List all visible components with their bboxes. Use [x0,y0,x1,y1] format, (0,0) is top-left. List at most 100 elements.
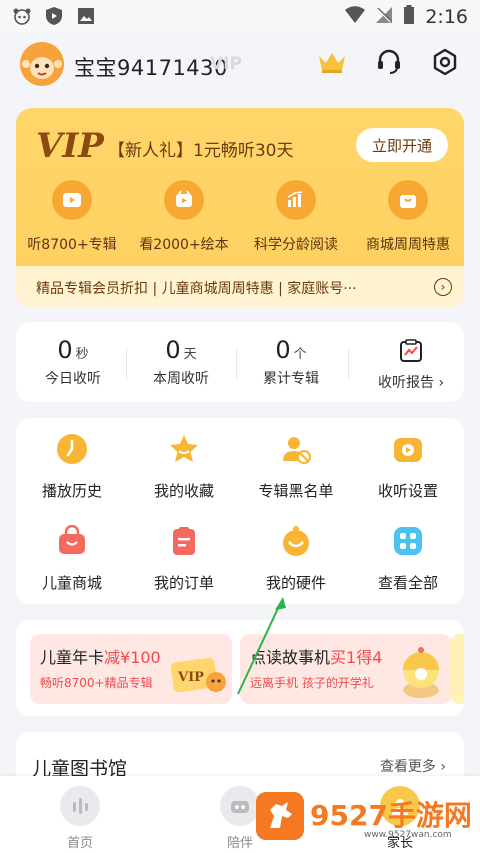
tab-home[interactable]: 首页 [40,786,120,851]
shop-icon [55,524,89,558]
grid-item-view-all[interactable]: 查看全部 [352,524,464,593]
library-more-link[interactable]: 查看更多 › [380,756,446,776]
stat-unit: 秒 [75,347,89,362]
vip-marquee-text: 精品专辑会员折扣 | 儿童商城周周特惠 | 家庭账号··· [36,281,357,297]
status-bar: 2:16 [0,0,480,34]
grid-label: 播放历史 [41,482,102,500]
vip-benefits: 听8700+专辑 看2000+绘本 科学分龄阅读 商城周周特惠 [16,180,464,254]
grid-item-hardware[interactable]: 我的硬件 [240,524,352,593]
divider [236,348,237,380]
grid-item-history[interactable]: 播放历史 [16,432,128,501]
blacklist-icon [279,432,313,466]
play-icon [52,180,92,220]
report-icon[interactable] [398,338,424,364]
vip-logo: VIP [36,126,104,166]
stat-albums: 0个 累计专辑 [256,336,326,388]
banner-highlight: 买1得4 [330,648,383,667]
customer-service-icon[interactable] [375,48,403,76]
tab-label: 陪伴 [226,836,253,851]
banner-peek [450,634,464,704]
divider [126,348,127,380]
benefit-albums[interactable]: 听8700+专辑 [16,180,128,254]
stat-unit: 个 [293,347,307,362]
benefit-label: 听8700+专辑 [27,237,117,253]
svg-text:VIP: VIP [177,670,204,685]
site-watermark: 9527手游网 www.9527wan.com [256,792,480,844]
settings-icon[interactable] [431,48,459,76]
wifi-icon [345,6,366,28]
grid-label: 我的硬件 [265,574,326,592]
vip-promo-text: 【新人礼】1元畅听30天 [108,141,294,161]
vip-card[interactable]: VIP 【新人礼】1元畅听30天 立即开通 听8700+专辑 看2000+绘本 … [16,108,464,308]
benefit-label: 科学分龄阅读 [254,237,338,253]
stat-week: 0天 本周收听 [146,336,216,388]
banner-subtitle: 畅听8700+精品专辑 [40,676,153,690]
crown-icon[interactable] [317,50,347,74]
banner-title: 儿童年卡减¥100 [40,644,161,668]
banner-subtitle: 远离手机 孩子的开学礼 [250,676,374,690]
chevron-right-icon[interactable]: › [434,278,452,296]
stat-label: 累计专辑 [263,371,319,387]
grid-label: 查看全部 [377,574,438,592]
grid-item-blacklist[interactable]: 专辑黑名单 [240,432,352,501]
history-icon [55,432,89,466]
chart-icon [276,180,316,220]
banner-story-machine[interactable]: 点读故事机买1得4 远离手机 孩子的开学礼 [240,634,452,704]
grid-item-favorites[interactable]: 我的收藏 [128,432,240,501]
benefit-reading[interactable]: 科学分龄阅读 [240,180,352,254]
picturebook-icon [164,180,204,220]
banner-title-text: 儿童年卡 [40,648,105,667]
grid-label: 我的订单 [153,574,214,592]
panda-app-icon [12,6,32,26]
stat-value: 0 [275,336,291,364]
grid-item-kids-mall[interactable]: 儿童商城 [16,524,128,593]
banner-title: 点读故事机买1得4 [250,644,382,668]
function-grid: 播放历史 我的收藏 专辑黑名单 收听设置 儿童商城 我的订单 我的硬件 查看全部 [16,418,464,604]
profile-header: 宝宝94171430 VIP [0,34,480,98]
tab-label: 首页 [66,836,93,851]
star-icon [167,432,201,466]
stat-value: 0 [57,336,73,364]
grid-item-listen-settings[interactable]: 收听设置 [352,432,464,501]
horse-logo-icon [256,792,304,840]
order-icon [167,524,201,558]
companion-icon [220,786,260,826]
listen-settings-icon [391,432,425,466]
banner-title-text: 点读故事机 [250,648,331,667]
battery-icon [403,5,415,29]
grid-label: 儿童商城 [41,574,102,592]
stat-label: 本周收听 [153,371,209,387]
vip-card-illustration: VIP [170,656,228,700]
benefit-label: 看2000+绘本 [139,237,229,253]
grid-label: 专辑黑名单 [258,482,334,500]
benefit-picturebooks[interactable]: 看2000+绘本 [128,180,240,254]
image-icon [76,6,96,26]
status-time: 2:16 [425,6,468,28]
home-icon [60,786,100,826]
banner-highlight: 减¥100 [104,648,161,667]
story-machine-illustration [398,640,444,704]
watermark-text: 9527手游网 [310,799,472,832]
divider [348,348,349,380]
avatar[interactable] [20,42,64,86]
shopping-bag-icon [388,180,428,220]
all-icon [391,524,425,558]
grid-label: 收听设置 [377,482,438,500]
grid-item-orders[interactable]: 我的订单 [128,524,240,593]
username[interactable]: 宝宝94171430 [74,52,228,82]
vip-marquee-bar[interactable]: 精品专辑会员折扣 | 儿童商城周周特惠 | 家庭账号··· › [16,266,464,308]
stat-today: 0秒 今日收听 [38,336,108,388]
grid-label: 我的收藏 [153,482,214,500]
stat-unit: 天 [183,347,197,362]
vip-open-button[interactable]: 立即开通 [356,128,448,162]
benefit-mall[interactable]: 商城周周特惠 [352,180,464,254]
watermark-url: www.9527wan.com [364,830,452,840]
benefit-label: 商城周周特惠 [366,237,450,253]
listening-report-link[interactable]: 收听报告 › [378,372,444,392]
listening-stats-card: 0秒 今日收听 0天 本周收听 0个 累计专辑 收听报告 › [16,322,464,402]
vip-ghost-label: VIP [210,54,242,74]
shield-icon [44,6,64,26]
hardware-icon [279,524,313,558]
banner-annual-card[interactable]: 儿童年卡减¥100 畅听8700+精品专辑 VIP [30,634,232,704]
signal-off-icon [375,6,393,28]
